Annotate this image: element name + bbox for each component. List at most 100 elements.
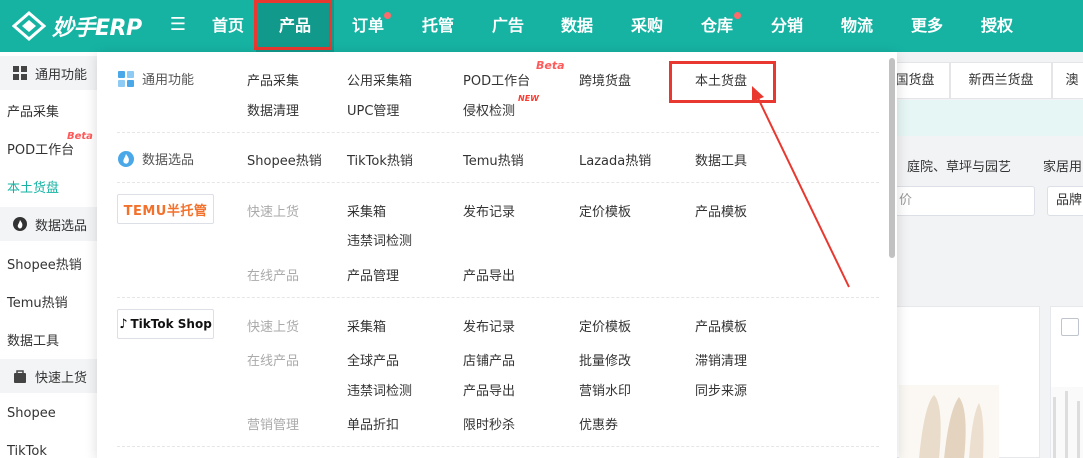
link-publish-log[interactable]: 发布记录: [463, 201, 515, 220]
menu-toggle-icon[interactable]: ☰: [168, 15, 188, 35]
sidebar-item-label: POD工作台: [7, 143, 75, 158]
link-price-template[interactable]: 定价模板: [579, 201, 631, 220]
sidebar-group-label: 通用功能: [35, 67, 88, 83]
link-cross-border-supply[interactable]: 跨境货盘: [579, 70, 631, 89]
sidebar-item-pod[interactable]: POD工作台: [7, 139, 74, 158]
link-price-template[interactable]: 定价模板: [579, 316, 631, 335]
sidebar-item-shopee[interactable]: Shopee: [7, 406, 56, 421]
link-upc-manage[interactable]: UPC管理: [347, 100, 399, 119]
nav-home[interactable]: 首页: [200, 0, 256, 52]
brand-select[interactable]: 品牌: [1047, 186, 1083, 216]
link-product-collect[interactable]: 产品采集: [247, 70, 299, 89]
label-quick-listing: 快速上货: [247, 205, 300, 220]
divider: [117, 132, 879, 133]
nav-data[interactable]: 数据: [549, 0, 605, 52]
link-data-tools[interactable]: 数据工具: [695, 150, 747, 169]
nav-warehouse[interactable]: 仓库: [689, 0, 745, 52]
section-common: 通用功能: [118, 69, 194, 88]
link-coupon[interactable]: 优惠券: [579, 414, 618, 433]
nav-hosting[interactable]: 托管: [410, 0, 466, 52]
warehouse-notification-dot: [734, 12, 741, 19]
link-infringement-check[interactable]: 侵权检测: [463, 100, 515, 119]
link-single-discount[interactable]: 单品折扣: [347, 414, 399, 433]
link-product-export[interactable]: 产品导出: [463, 265, 515, 284]
price-input[interactable]: 价: [890, 186, 1035, 216]
sidebar-group-label: 快速上货: [35, 370, 88, 386]
fire-icon: [118, 150, 134, 167]
nav-authorize[interactable]: 授权: [969, 0, 1025, 52]
tab-au-supply[interactable]: 澳: [1052, 62, 1083, 99]
link-publish-log[interactable]: 发布记录: [463, 316, 515, 335]
bag-icon: [14, 370, 26, 383]
link-product-template[interactable]: 产品模板: [695, 316, 747, 335]
sidebar-item-collect[interactable]: 产品采集: [7, 101, 59, 120]
link-banned-words[interactable]: 违禁词检测: [347, 380, 412, 399]
link-collect-box[interactable]: 采集箱: [347, 316, 386, 335]
sidebar-group-quick[interactable]: 快速上货: [0, 359, 100, 393]
link-slow-moving-clear[interactable]: 滞销清理: [695, 350, 747, 369]
local-supply-highlight-box: [669, 61, 776, 103]
product-card[interactable]: [880, 306, 1040, 458]
sidebar-group-data[interactable]: 数据选品: [0, 207, 100, 241]
link-public-collect-box[interactable]: 公用采集箱: [347, 70, 412, 89]
link-sync-source[interactable]: 同步来源: [695, 380, 747, 399]
tab-nz-supply[interactable]: 新西兰货盘: [950, 62, 1052, 99]
category-garden[interactable]: 庭院、草坪与园艺: [907, 156, 1011, 175]
link-marketing-watermark[interactable]: 营销水印: [579, 380, 631, 399]
link-tiktok-hot[interactable]: TikTok热销: [347, 150, 413, 169]
app-root: 妙手ERP ☰ 首页 产品 订单 托管 广告 数据 采购 仓库 分销 物流 更多…: [0, 0, 1083, 458]
sidebar-item-temu-hot[interactable]: Temu热销: [7, 292, 68, 311]
link-banned-words[interactable]: 违禁词检测: [347, 230, 412, 249]
logo-icon: [12, 11, 46, 41]
nav-logistics[interactable]: 物流: [829, 0, 885, 52]
sidebar-item-tiktok[interactable]: TikTok: [7, 444, 47, 458]
nav-more[interactable]: 更多: [899, 0, 955, 52]
nav-orders[interactable]: 订单: [340, 0, 396, 52]
link-product-export[interactable]: 产品导出: [463, 380, 515, 399]
link-global-products[interactable]: 全球产品: [347, 350, 399, 369]
beta-badge: Beta: [67, 131, 93, 142]
nav-ads[interactable]: 广告: [480, 0, 536, 52]
logo[interactable]: 妙手ERP: [12, 10, 142, 42]
link-temu-hot[interactable]: Temu热销: [463, 150, 524, 169]
link-product-manage[interactable]: 产品管理: [347, 265, 399, 284]
sidebar: 通用功能 产品采集 POD工作台 Beta 本土货盘 数据选品 Shopee热销…: [0, 52, 100, 458]
label-online-products: 在线产品: [247, 269, 300, 284]
fire-icon: [13, 217, 27, 231]
link-pod-workbench[interactable]: POD工作台: [463, 70, 530, 89]
link-product-template[interactable]: 产品模板: [695, 201, 747, 220]
nav-purchase[interactable]: 采购: [619, 0, 675, 52]
link-flash-sale[interactable]: 限时秒杀: [463, 414, 515, 433]
tiktok-brand-logo: ♪ TikTok Shop: [117, 309, 214, 339]
scrollbar-thumb[interactable]: [889, 58, 895, 258]
products-highlight-box: [254, 0, 332, 50]
link-lazada-hot[interactable]: Lazada热销: [579, 150, 651, 169]
divider: [117, 297, 879, 298]
section-data: 数据选品: [118, 149, 194, 168]
sidebar-item-local-supply[interactable]: 本土货盘: [7, 177, 59, 196]
sidebar-item-data-tools[interactable]: 数据工具: [7, 330, 59, 349]
category-home[interactable]: 家居用: [1043, 156, 1082, 175]
grid-icon: [13, 66, 27, 80]
grid-icon: [118, 70, 134, 87]
sidebar-item-shopee-hot[interactable]: Shopee热销: [7, 254, 82, 273]
link-collect-box[interactable]: 采集箱: [347, 201, 386, 220]
orders-notification-dot: [384, 12, 391, 19]
link-data-clean[interactable]: 数据清理: [247, 100, 299, 119]
label-quick-listing: 快速上货: [247, 320, 300, 335]
link-store-products[interactable]: 店铺产品: [463, 350, 515, 369]
select-checkbox[interactable]: [1061, 318, 1079, 336]
nav-distribution[interactable]: 分销: [759, 0, 815, 52]
temu-brand-text: TEMU半托管: [123, 203, 208, 219]
info-band: [880, 100, 1083, 136]
beta-badge: Beta: [536, 59, 565, 72]
link-shopee-hot[interactable]: Shopee热销: [247, 150, 322, 169]
label-marketing: 营销管理: [247, 418, 300, 433]
sidebar-group-common[interactable]: 通用功能: [0, 56, 100, 90]
link-batch-edit[interactable]: 批量修改: [579, 350, 631, 369]
tiktok-brand-text: TikTok Shop: [130, 317, 212, 331]
label-online-products: 在线产品: [247, 354, 300, 369]
product-image: [899, 385, 999, 458]
top-navbar: 妙手ERP ☰ 首页 产品 订单 托管 广告 数据 采购 仓库 分销 物流 更多…: [0, 0, 1083, 52]
sidebar-group-label: 数据选品: [35, 218, 88, 234]
